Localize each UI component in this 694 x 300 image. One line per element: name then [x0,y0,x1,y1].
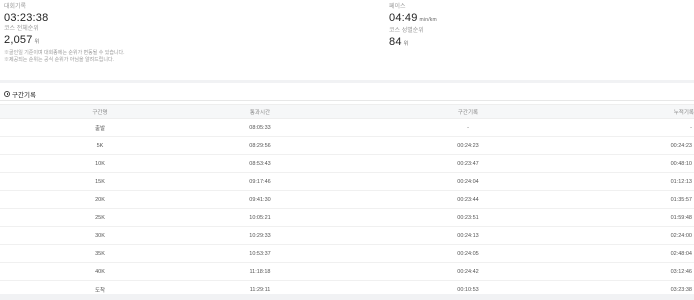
cell-pass-time: 10:05:21 [200,208,320,227]
cell-split: 00:23:51 [320,208,616,227]
cell-section: 15K [0,172,200,191]
gender-rank-unit: 위 [403,41,409,47]
table-row: 5K 08:29:56 00:24:23 00:24:23 [0,136,694,155]
course-rank-label: 코스 전체순위 [4,26,39,32]
clock-icon [4,91,10,97]
cell-pass-time: 10:53:37 [200,244,320,263]
cell-section: 35K [0,244,200,263]
cell-cumulative: 00:48:10 [616,154,694,173]
cell-split: - [320,118,616,137]
summary-panel: 대회기록 03:23:38 코스 전체순위 2,057 위 ※골인일 기준이며 대… [0,0,694,78]
cell-section: 출발 [0,118,200,137]
cell-cumulative: 01:35:57 [616,190,694,209]
cell-section: 20K [0,190,200,209]
table-header-row: 구간명 통과시간 구간기록 누적기록 [0,104,694,119]
gender-rank: 84 위 [389,35,437,51]
cell-cumulative: 03:12:46 [616,262,694,281]
table-row: 출발 08:05:33 - - [0,118,694,137]
cell-split: 00:24:42 [320,262,616,281]
summary-left: 대회기록 03:23:38 코스 전체순위 2,057 위 ※골인일 기준이며 대… [4,3,125,64]
cell-section: 10K [0,154,200,173]
pace-unit: min/km [419,17,437,23]
cell-pass-time: 11:18:18 [200,262,320,281]
pace-label: 페이스 [389,4,406,10]
gender-rank-label: 코스 성별순위 [389,28,424,34]
split-records-title-text: 구간기록 [12,92,36,99]
table-row: 30K 10:29:33 00:24:13 02:24:00 [0,226,694,245]
section-divider [0,80,694,83]
split-records-title: 구간기록 [4,89,36,99]
cell-split: 00:23:44 [320,190,616,209]
course-rank-unit: 위 [34,39,40,45]
cell-split: 00:23:47 [320,154,616,173]
table-row: 35K 10:53:37 00:24:05 02:48:04 [0,244,694,263]
cell-cumulative: 02:48:04 [616,244,694,263]
cell-pass-time: 10:29:33 [200,226,320,245]
course-rank: 2,057 위 [4,33,125,49]
cell-cumulative: 01:12:13 [616,172,694,191]
summary-right: 페이스 04:49 min/km 코스 성별순위 84 위 [389,3,437,51]
split-records-section: 구간기록 구간명 통과시간 구간기록 누적기록 출발 08:05:33 - - … [0,86,694,299]
record-value: 03:23:38 [4,12,49,24]
table-row: 25K 10:05:21 00:23:51 01:59:48 [0,208,694,227]
pace-value: 04:49 [389,12,418,24]
pace: 04:49 min/km [389,11,437,27]
cell-pass-time: 08:29:56 [200,136,320,155]
cell-pass-time: 08:05:33 [200,118,320,137]
table-row: 15K 09:17:46 00:24:04 01:12:13 [0,172,694,191]
cell-section: 30K [0,226,200,245]
cell-section: 5K [0,136,200,155]
cell-pass-time: 08:53:43 [200,154,320,173]
cell-section: 40K [0,262,200,281]
header-cumulative-time: 누적기록 [616,104,694,119]
header-section-name: 구간명 [0,104,200,119]
cell-split: 00:24:04 [320,172,616,191]
cell-cumulative: 01:59:48 [616,208,694,227]
split-records-table: 구간명 통과시간 구간기록 누적기록 출발 08:05:33 - - 5K 08… [0,104,694,299]
notice-line-1: ※골인일 기준이며 대회종에는 순위가 변동될 수 있습니다. [4,50,125,56]
table-row: 40K 11:18:18 00:24:42 03:12:46 [0,262,694,281]
cell-split: 00:24:05 [320,244,616,263]
table-row: 10K 08:53:43 00:23:47 00:48:10 [0,154,694,173]
cell-split: 00:24:23 [320,136,616,155]
cell-split: 00:24:13 [320,226,616,245]
cell-section: 25K [0,208,200,227]
cell-pass-time: 09:17:46 [200,172,320,191]
gender-rank-value: 84 [389,36,402,48]
header-split-time: 구간기록 [320,104,616,119]
cell-pass-time: 09:41:30 [200,190,320,209]
title-rule [0,100,694,101]
record-label: 대회기록 [4,4,27,10]
course-rank-value: 2,057 [4,34,33,46]
cell-cumulative: - [616,118,694,137]
table-row: 20K 09:41:30 00:23:44 01:35:57 [0,190,694,209]
notice-line-2: ※제공되는 순위는 공식 순위가 아님을 알려드립니다. [4,57,114,63]
cell-cumulative: 00:24:23 [616,136,694,155]
cell-cumulative: 02:24:00 [616,226,694,245]
bottom-band [0,294,694,300]
header-pass-time: 통과시간 [200,104,320,119]
